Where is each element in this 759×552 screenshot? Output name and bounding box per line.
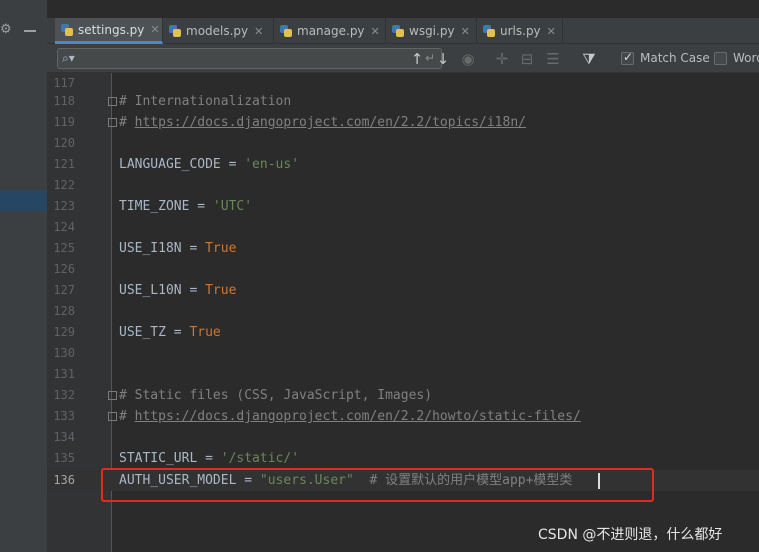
- line-number: 124: [53, 220, 75, 234]
- fold-marker-icon[interactable]: [108, 118, 117, 127]
- line-number: 123: [53, 199, 75, 213]
- line-number: 125: [53, 241, 75, 255]
- code-line: 135 STATIC_URL = '/static/': [47, 448, 759, 469]
- code-line: 131: [47, 364, 759, 385]
- line-number: 132: [53, 388, 75, 402]
- code-line: 125 USE_I18N = True: [47, 238, 759, 259]
- code-line: 122: [47, 175, 759, 196]
- watermark: CSDN @不进则退，什么都好: [538, 527, 723, 543]
- code-text: USE_I18N = True: [119, 241, 237, 256]
- line-number: 130: [53, 346, 75, 360]
- filter-icon[interactable]: ⧩: [579, 49, 599, 69]
- tab-settings[interactable]: settings.py ✕: [55, 18, 163, 44]
- code-text: # https://docs.djangoproject.com/en/2.2/…: [119, 115, 526, 130]
- code-line: 130: [47, 343, 759, 364]
- line-number: 128: [53, 304, 75, 318]
- line-number: 122: [53, 178, 75, 192]
- match-case-checkbox[interactable]: [621, 50, 634, 65]
- tab-models[interactable]: models.py ✕: [163, 18, 274, 44]
- fold-marker-icon[interactable]: [108, 97, 117, 106]
- tab-label: wsgi.py: [409, 24, 455, 38]
- python-file-icon: [280, 24, 293, 38]
- code-line: 129 USE_TZ = True: [47, 322, 759, 343]
- match-case-label: Match Case: [640, 51, 710, 65]
- code-line: 120: [47, 133, 759, 154]
- python-file-icon: [483, 24, 496, 38]
- line-number: 134: [53, 430, 75, 444]
- code-text: # Internationalization: [119, 94, 292, 109]
- search-field[interactable]: ⌕▾ ↵: [57, 48, 442, 69]
- tab-label: models.py: [186, 24, 249, 38]
- line-number: 136: [53, 473, 75, 487]
- code-line: 124: [47, 217, 759, 238]
- tab-manage[interactable]: manage.py ✕: [274, 18, 386, 44]
- code-line: 127 USE_L10N = True: [47, 280, 759, 301]
- line-number: 129: [53, 325, 75, 339]
- select-all-occurrences-icon[interactable]: ☰: [543, 49, 563, 69]
- code-line: 118 # Internationalization: [47, 91, 759, 112]
- words-label: Words: [733, 51, 759, 65]
- close-icon[interactable]: ✕: [150, 23, 159, 36]
- line-number: 126: [53, 262, 75, 276]
- code-text: # https://docs.djangoproject.com/en/2.2/…: [119, 409, 581, 424]
- line-number: 135: [53, 451, 75, 465]
- code-line: 134: [47, 427, 759, 448]
- search-input[interactable]: [84, 50, 404, 67]
- fold-marker-icon[interactable]: [108, 412, 117, 421]
- fold-marker-icon[interactable]: [108, 391, 117, 400]
- tab-urls[interactable]: urls.py ✕: [477, 18, 563, 44]
- words-checkbox[interactable]: [714, 52, 727, 65]
- code-text: LANGUAGE_CODE = 'en-us': [119, 157, 300, 172]
- annotation-box: [101, 468, 654, 502]
- line-number: 127: [53, 283, 75, 297]
- close-icon[interactable]: ✕: [461, 25, 470, 38]
- code-line: 132 # Static files (CSS, JavaScript, Ima…: [47, 385, 759, 406]
- tab-label: manage.py: [297, 24, 365, 38]
- code-text: # Static files (CSS, JavaScript, Images): [119, 388, 433, 403]
- code-line: 121 LANGUAGE_CODE = 'en-us': [47, 154, 759, 175]
- line-number: 131: [53, 367, 75, 381]
- find-all-icon[interactable]: ◉: [458, 49, 478, 69]
- next-occurrence-icon[interactable]: ↓: [433, 49, 453, 69]
- remove-occurrence-icon[interactable]: ⊟: [517, 49, 537, 69]
- editor-tab-bar: settings.py ✕ models.py ✕ manage.py ✕ ws…: [47, 18, 759, 44]
- line-number: 118: [53, 94, 75, 108]
- python-file-icon: [61, 23, 74, 37]
- tab-wsgi[interactable]: wsgi.py ✕: [386, 18, 477, 44]
- close-icon[interactable]: ✕: [371, 25, 380, 38]
- line-number: 121: [53, 157, 75, 171]
- doc-link[interactable]: https://docs.djangoproject.com/en/2.2/to…: [135, 115, 526, 130]
- line-number: 133: [53, 409, 75, 423]
- selected-tree-row[interactable]: [0, 190, 47, 211]
- code-line: 133 # https://docs.djangoproject.com/en/…: [47, 406, 759, 427]
- line-number: 119: [53, 115, 75, 129]
- line-number: 120: [53, 136, 75, 150]
- doc-link[interactable]: https://docs.djangoproject.com/en/2.2/ho…: [135, 409, 581, 424]
- code-text: USE_L10N = True: [119, 283, 237, 298]
- tab-label: urls.py: [500, 24, 541, 38]
- close-icon[interactable]: ✕: [547, 25, 556, 38]
- code-line: 119 # https://docs.djangoproject.com/en/…: [47, 112, 759, 133]
- previous-occurrence-icon[interactable]: ↑: [407, 49, 427, 69]
- add-occurrence-icon[interactable]: ✛: [492, 49, 512, 69]
- python-file-icon: [392, 24, 405, 38]
- code-text: USE_TZ = True: [119, 325, 221, 340]
- code-line: 126: [47, 259, 759, 280]
- code-text: TIME_ZONE = 'UTC': [119, 199, 253, 214]
- find-bar: ⌕▾ ↵ ↑ ↓ ◉ ✛ ⊟ ☰ ⧩ Match Case Words: [47, 44, 759, 73]
- python-file-icon: [169, 24, 182, 38]
- code-line: 128: [47, 301, 759, 322]
- search-icon[interactable]: ⌕▾: [62, 51, 75, 66]
- hide-icon[interactable]: [24, 30, 36, 32]
- gear-icon[interactable]: ⚙: [0, 20, 14, 40]
- project-tool-strip: ⚙: [0, 0, 47, 552]
- close-icon[interactable]: ✕: [254, 25, 263, 38]
- tab-label: settings.py: [78, 22, 145, 37]
- code-line: 123 TIME_ZONE = 'UTC': [47, 196, 759, 217]
- code-text: STATIC_URL = '/static/': [119, 451, 300, 466]
